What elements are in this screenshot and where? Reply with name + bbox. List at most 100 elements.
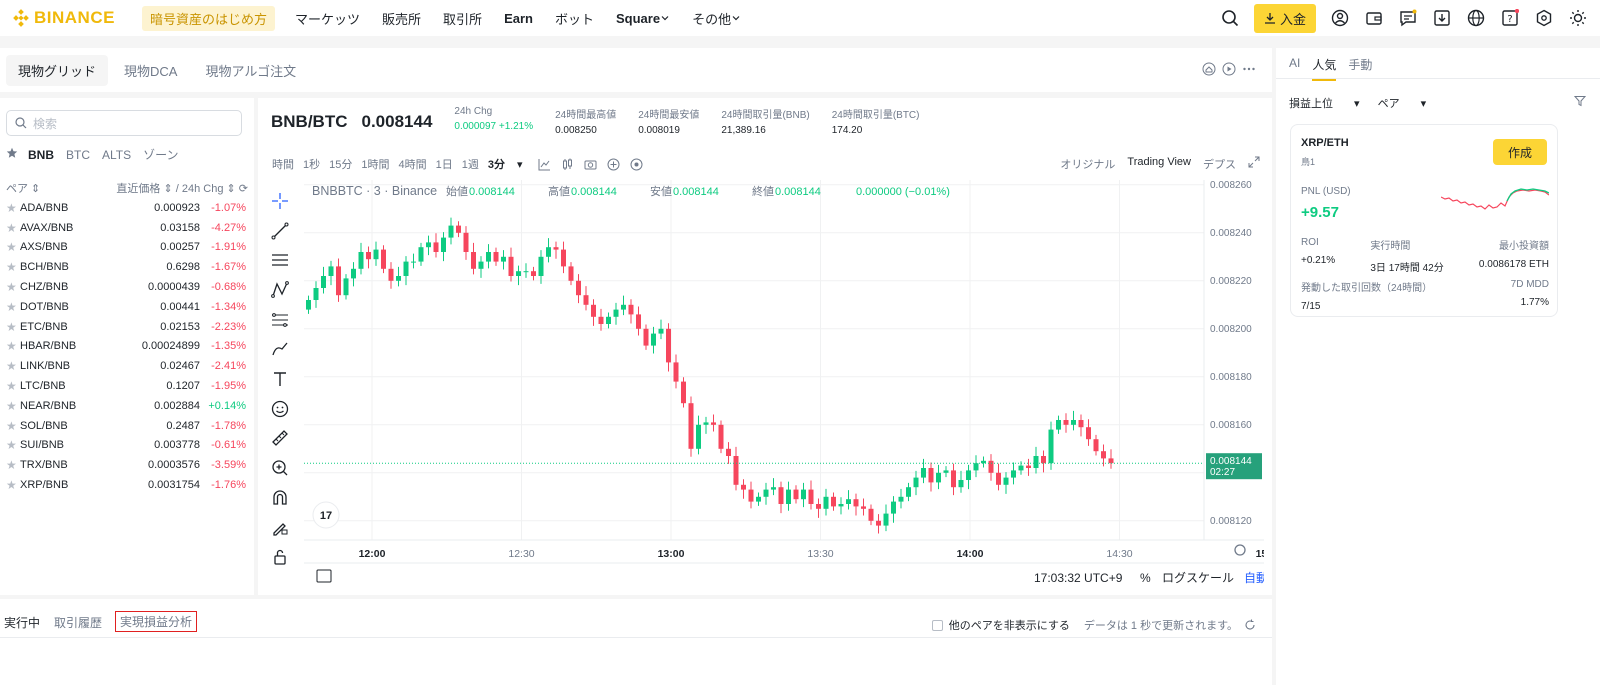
date-range-icon[interactable] bbox=[316, 569, 332, 583]
view-tradingview[interactable]: Trading View bbox=[1127, 156, 1191, 172]
interval-1s[interactable]: 1秒 bbox=[303, 156, 320, 172]
download-app-icon[interactable] bbox=[1432, 8, 1452, 28]
add-circle-icon[interactable] bbox=[607, 158, 620, 171]
magnet-icon[interactable] bbox=[266, 483, 294, 513]
tab-bnb[interactable]: BNB bbox=[28, 148, 54, 162]
pair-row[interactable]: ★ HBAR/BNB 0.00024899 -1.35% bbox=[6, 337, 246, 357]
pair-row[interactable]: ★ ETC/BNB 0.02153 -2.23% bbox=[6, 317, 246, 337]
settings-circle-icon[interactable] bbox=[630, 158, 643, 171]
tab-running[interactable]: 実行中 bbox=[4, 614, 40, 631]
tab-btc[interactable]: BTC bbox=[66, 148, 90, 162]
home-icon[interactable] bbox=[1202, 62, 1216, 76]
star-icon[interactable]: ★ bbox=[6, 300, 20, 314]
text-icon[interactable] bbox=[266, 364, 294, 394]
pair-row[interactable]: ★ LINK/BNB 0.02467 -2.41% bbox=[6, 356, 246, 376]
pair-row[interactable]: ★ BCH/BNB 0.6298 -1.67% bbox=[6, 257, 246, 277]
tab-history[interactable]: 取引履歴 bbox=[54, 614, 102, 631]
pair-row[interactable]: ★ DOT/BNB 0.00441 -1.34% bbox=[6, 297, 246, 317]
pair-row[interactable]: ★ AVAX/BNB 0.03158 -4.27% bbox=[6, 218, 246, 238]
more-icon[interactable] bbox=[1242, 62, 1256, 76]
interval-15m[interactable]: 15分 bbox=[329, 156, 352, 172]
ruler-icon[interactable] bbox=[266, 424, 294, 454]
play-icon[interactable] bbox=[1222, 62, 1236, 76]
fib-icon[interactable] bbox=[266, 305, 294, 335]
star-icon[interactable]: ★ bbox=[6, 458, 20, 472]
zoom-in-icon[interactable] bbox=[266, 453, 294, 483]
price-chart[interactable]: 0.008260 0.008240 0.008220 0.008200 0.008180… bbox=[304, 180, 1264, 593]
star-icon[interactable]: ★ bbox=[6, 280, 20, 294]
crosshair-icon[interactable] bbox=[266, 186, 294, 216]
tab-spot-dca[interactable]: 現物DCA bbox=[112, 55, 189, 86]
pair-row[interactable]: ★ SOL/BNB 0.2487 -1.78% bbox=[6, 416, 246, 436]
market-search-input[interactable]: 検索 bbox=[6, 110, 242, 136]
star-icon[interactable]: ★ bbox=[6, 438, 20, 452]
fullscreen-icon[interactable] bbox=[1248, 156, 1260, 168]
deposit-button[interactable]: 入金 bbox=[1253, 3, 1316, 33]
interval-1d[interactable]: 1日 bbox=[436, 156, 453, 172]
filter-icon[interactable] bbox=[1574, 95, 1586, 107]
interval-4h[interactable]: 4時間 bbox=[399, 156, 427, 172]
message-icon[interactable] bbox=[1398, 8, 1418, 28]
hexagon-settings-icon[interactable] bbox=[1534, 8, 1554, 28]
trend-line-icon[interactable] bbox=[266, 216, 294, 246]
pair-row[interactable]: ★ TRX/BNB 0.0003576 -3.59% bbox=[6, 455, 246, 475]
star-icon[interactable]: ★ bbox=[6, 201, 20, 215]
pair-row[interactable]: ★ ADA/BNB 0.000923 -1.07% bbox=[6, 198, 246, 218]
auto-scale-toggle[interactable]: 自動 bbox=[1244, 571, 1264, 585]
interval-1h[interactable]: 1時間 bbox=[361, 156, 389, 172]
strategy-card[interactable]: XRP/ETH 鳥1 作成 PNL (USD) +9.57 ROI +0.21% … bbox=[1290, 124, 1558, 317]
lock-drawings-icon[interactable] bbox=[266, 513, 294, 543]
tab-alts[interactable]: ALTS bbox=[102, 148, 131, 162]
pair-row[interactable]: ★ XRP/BNB 0.0031754 -1.76% bbox=[6, 475, 246, 495]
candle-type-icon[interactable] bbox=[561, 158, 574, 171]
interval-1w[interactable]: 1週 bbox=[462, 156, 479, 172]
nav-more[interactable]: その他 bbox=[692, 9, 741, 28]
pattern-icon[interactable] bbox=[266, 275, 294, 305]
time-zone-label[interactable]: 17:03:32 UTC+9 bbox=[1034, 571, 1123, 585]
refresh-icon[interactable] bbox=[1244, 619, 1256, 631]
axis-settings-icon[interactable] bbox=[1234, 544, 1246, 556]
binance-logo[interactable]: BINANCE bbox=[12, 8, 132, 28]
star-icon[interactable]: ★ bbox=[6, 419, 20, 433]
tab-pnl-analysis[interactable]: 実現損益分析 bbox=[115, 611, 198, 632]
pair-row[interactable]: ★ AXS/BNB 0.00257 -1.91% bbox=[6, 238, 246, 258]
create-button[interactable]: 作成 bbox=[1493, 139, 1547, 165]
filter-top-pnl[interactable]: 損益上位 ▾ bbox=[1289, 95, 1360, 111]
globe-icon[interactable] bbox=[1466, 8, 1486, 28]
brush-icon[interactable] bbox=[266, 334, 294, 364]
tab-zone[interactable]: ゾーン bbox=[143, 146, 178, 163]
nav-earn[interactable]: Earn bbox=[504, 9, 533, 28]
hide-other-pairs-checkbox[interactable] bbox=[931, 619, 943, 631]
star-icon[interactable]: ★ bbox=[6, 320, 20, 334]
star-icon[interactable]: ★ bbox=[6, 359, 20, 373]
star-icon[interactable]: ★ bbox=[6, 260, 20, 274]
pair-row[interactable]: ★ LTC/BNB 0.1207 -1.95% bbox=[6, 376, 246, 396]
nav-square[interactable]: Square bbox=[616, 9, 670, 28]
indicator-icon[interactable] bbox=[538, 158, 551, 171]
pair-row[interactable]: ★ NEAR/BNB 0.002884 +0.14% bbox=[6, 396, 246, 416]
horizontal-lines-icon[interactable] bbox=[266, 245, 294, 275]
star-icon[interactable]: ★ bbox=[6, 478, 20, 492]
interval-time[interactable]: 時間 bbox=[272, 156, 294, 172]
favorites-star-icon[interactable] bbox=[6, 147, 18, 162]
pair-row[interactable]: ★ CHZ/BNB 0.0000439 -0.68% bbox=[6, 277, 246, 297]
emoji-icon[interactable] bbox=[266, 394, 294, 424]
promo-link[interactable]: 暗号資産のはじめ方 bbox=[142, 5, 276, 31]
nav-markets[interactable]: マーケッツ bbox=[295, 9, 360, 28]
percent-toggle[interactable]: % bbox=[1140, 571, 1151, 585]
view-depth[interactable]: デプス bbox=[1203, 156, 1236, 172]
pair-row[interactable]: ★ SUI/BNB 0.003778 -0.61% bbox=[6, 436, 246, 456]
star-icon[interactable]: ★ bbox=[6, 399, 20, 413]
help-icon[interactable]: ? bbox=[1500, 8, 1520, 28]
star-icon[interactable]: ★ bbox=[6, 240, 20, 254]
wallet-icon[interactable] bbox=[1364, 8, 1384, 28]
ticker-symbol[interactable]: BNB/BTC bbox=[271, 112, 348, 132]
unlock-icon[interactable] bbox=[266, 542, 294, 572]
star-icon[interactable]: ★ bbox=[6, 379, 20, 393]
view-original[interactable]: オリジナル bbox=[1060, 156, 1115, 172]
col-price-change[interactable]: 直近価格 ⇕ / 24h Chg ⇕ ⟳ bbox=[116, 180, 248, 196]
log-scale-toggle[interactable]: ログスケール bbox=[1162, 571, 1234, 585]
nav-exchange[interactable]: 取引所 bbox=[443, 9, 482, 28]
nav-bot[interactable]: ボット bbox=[555, 9, 594, 28]
nav-broker[interactable]: 販売所 bbox=[382, 9, 421, 28]
